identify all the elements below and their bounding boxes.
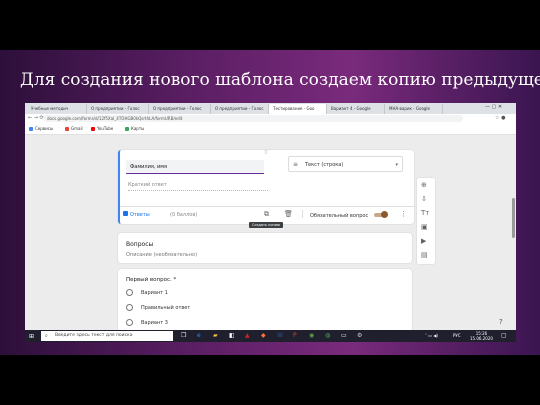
question-type-label: Текст (строка) [305, 162, 344, 168]
edge-icon[interactable]: e [197, 332, 201, 339]
short-answer-placeholder: Краткий ответ [128, 182, 268, 191]
slide-title: Для создания нового шаблона создаем копи… [20, 70, 540, 90]
back-forward-icon[interactable]: ← → ⟳ [28, 115, 44, 121]
url-field[interactable]: docs.google.com/forms/d/12f5XaI_4TOHGB0k… [43, 115, 463, 122]
add-title-icon[interactable]: Tт [421, 209, 429, 217]
maps-icon [125, 127, 129, 131]
tab-3[interactable]: О предприятии - Голос [149, 104, 211, 114]
section-title[interactable]: Вопросы [126, 241, 153, 248]
option-3[interactable]: Вариант 3 [126, 319, 168, 326]
option-2[interactable]: Правильный ответ [126, 304, 190, 311]
language-indicator[interactable]: РУС [453, 333, 461, 338]
apps-icon [29, 127, 33, 131]
window-controls-icon[interactable]: — ▢ ✕ [485, 104, 502, 110]
clock-date: 15.06.2020 [470, 336, 493, 341]
word-icon[interactable]: W [277, 332, 283, 339]
tab-forms-active[interactable]: Тестирование - Goo [269, 104, 327, 114]
pdf-reader-icon[interactable]: ▲ [245, 332, 250, 339]
bookmark-apps[interactable]: Сервисы [29, 125, 53, 133]
toggle-knob [381, 211, 388, 218]
add-image-icon[interactable]: ▣ [421, 223, 428, 231]
question-card-2[interactable]: Первый вопрос. * Вариант 1 Правильный от… [118, 269, 412, 331]
scrollbar-thumb[interactable] [512, 198, 515, 238]
footer-separator [302, 210, 303, 218]
task-view-icon[interactable]: ❐ [181, 332, 186, 339]
required-label: Обязательный вопрос [310, 213, 369, 219]
explorer-icon[interactable]: ▰ [213, 332, 218, 339]
app-icon[interactable]: ◆ [261, 332, 266, 339]
side-toolbar: ⊕ ⇩ Tт ▣ ▶ ▤ [417, 178, 435, 264]
option-1[interactable]: Вариант 1 [126, 289, 168, 296]
profile-icon[interactable]: ☆ ● [495, 115, 505, 121]
points-label: (0 баллов) [170, 212, 198, 218]
tab-4[interactable]: О предприятии - Голос [211, 104, 269, 114]
tab-2[interactable]: О предприятии - Голос [87, 104, 149, 114]
bookmark-gmail[interactable]: Gmail [65, 125, 83, 133]
more-options-icon[interactable]: ⋮ [400, 210, 407, 218]
bookmark-youtube[interactable]: YouTube [91, 125, 113, 133]
add-video-icon[interactable]: ▶ [421, 237, 426, 245]
tab-6[interactable]: Вариант 4 - Google [327, 104, 385, 114]
copy-tooltip: Создать копию [249, 222, 283, 228]
bookmarks-bar: Сервисы Gmail YouTube Карты [25, 124, 516, 135]
files-icon[interactable]: ▭ [341, 332, 347, 339]
required-toggle[interactable] [374, 211, 388, 218]
question-card-active[interactable]: ⠿ Фамилия, имя ≡ Текст (строка) ▾ Кратки… [118, 150, 414, 224]
clock[interactable]: 15:26 15.06.2020 [470, 331, 493, 341]
tray-icons[interactable]: ˄ ▭ ◀) [425, 333, 438, 338]
chrome-icon[interactable]: ◍ [325, 332, 330, 339]
add-question-icon[interactable]: ⊕ [421, 181, 427, 189]
card-footer-divider [120, 206, 414, 207]
question-title-input[interactable]: Фамилия, имя [126, 160, 264, 174]
section-description[interactable]: Описание (необязательно) [126, 252, 197, 258]
drag-handle-icon[interactable]: ⠿ [264, 150, 268, 156]
trash-icon[interactable]: 🗑 [284, 210, 293, 218]
viber-icon[interactable]: ◉ [309, 332, 314, 339]
radio-icon [126, 319, 133, 326]
search-icon: ⌕ [45, 333, 48, 339]
tab-bar: Учебные методич О предприятии - Голос О … [25, 103, 516, 114]
gmail-icon [65, 127, 69, 131]
powerpoint-icon[interactable]: P [293, 332, 297, 339]
store-icon[interactable]: ◧ [229, 332, 235, 339]
notifications-icon[interactable]: ▢ [501, 332, 507, 339]
question-2-title: Первый вопрос. * [126, 277, 177, 283]
answer-key-icon[interactable] [123, 211, 128, 216]
settings-icon[interactable]: ⚙ [357, 332, 362, 339]
tab-1[interactable]: Учебные методич [27, 104, 87, 114]
help-icon[interactable]: ? [499, 318, 503, 326]
bookmark-maps[interactable]: Карты [125, 125, 144, 133]
chevron-down-icon: ▾ [395, 162, 398, 168]
import-questions-icon[interactable]: ⇩ [421, 195, 427, 203]
taskbar-search-input[interactable]: ⌕ Введите здесь текст для поиска [41, 331, 173, 341]
taskbar: ⊞ ⌕ Введите здесь текст для поиска ❐ e ▰… [25, 330, 516, 342]
youtube-icon [91, 127, 95, 131]
answers-link[interactable]: Ответы [130, 212, 150, 218]
screenshot: Учебные методич О предприятии - Голос О … [25, 103, 516, 342]
short-text-icon: ≡ [293, 161, 299, 168]
question-type-select[interactable]: ≡ Текст (строка) ▾ [288, 156, 403, 172]
radio-icon [126, 289, 133, 296]
tab-7[interactable]: MHA-варик - Google [385, 104, 443, 114]
radio-icon [126, 304, 133, 311]
windows-start-icon[interactable]: ⊞ [29, 333, 34, 340]
copy-icon[interactable]: ⧉ [264, 210, 269, 219]
add-section-icon[interactable]: ▤ [421, 251, 428, 259]
section-card[interactable]: Вопросы Описание (необязательно) [118, 233, 412, 263]
